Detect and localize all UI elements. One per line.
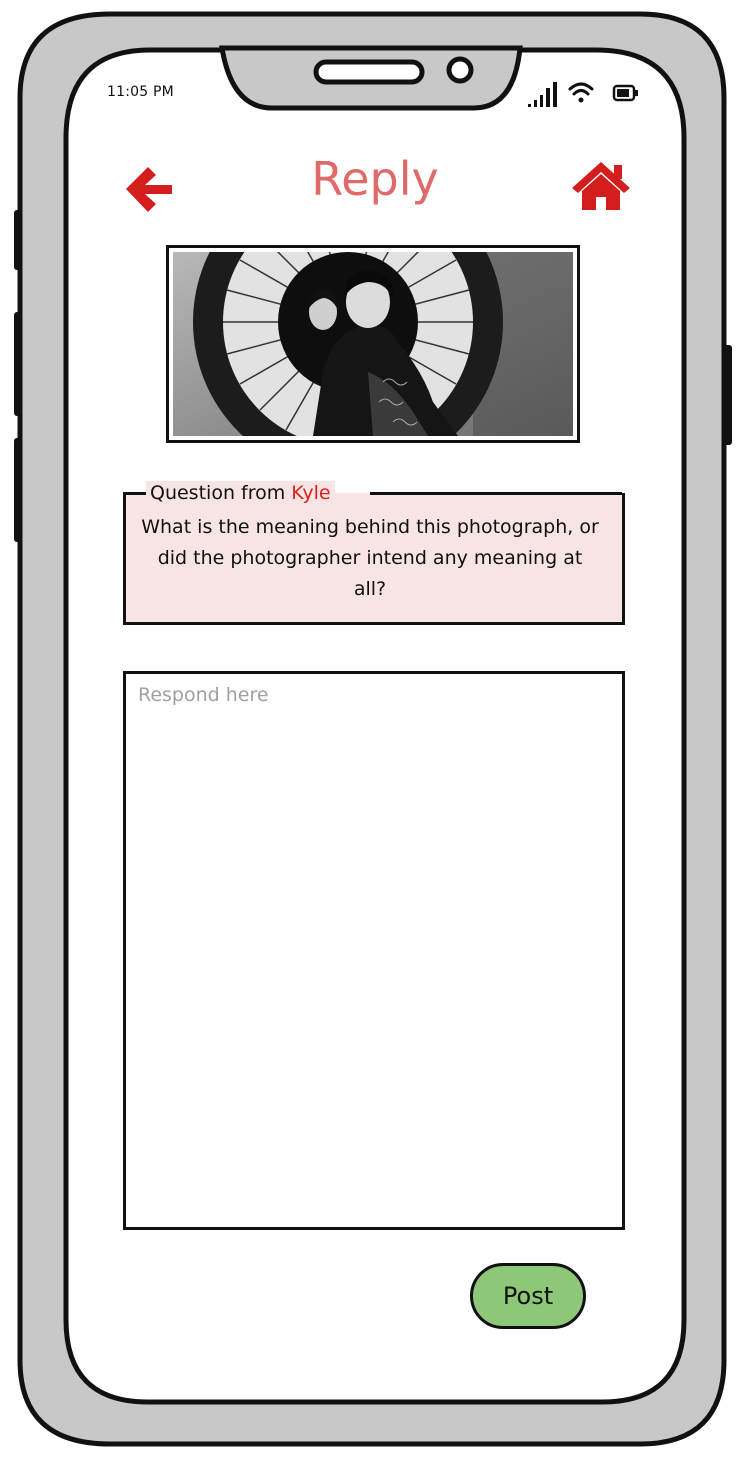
home-icon[interactable]	[570, 160, 632, 212]
question-border-right	[370, 492, 622, 495]
asker-name[interactable]: Kyle	[291, 482, 330, 504]
photo-frame	[166, 245, 580, 443]
kabuki-photo	[173, 252, 573, 436]
wifi-icon	[568, 82, 594, 103]
question-prefix: Question from	[150, 482, 286, 504]
signal-icon	[528, 82, 557, 107]
response-input[interactable]	[123, 671, 625, 1230]
question-text: What is the meaning behind this photogra…	[141, 516, 599, 600]
question-header: Question from Kyle	[146, 481, 335, 505]
page-title: Reply	[311, 152, 439, 206]
post-button[interactable]: Post	[470, 1263, 586, 1329]
battery-icon	[612, 84, 638, 102]
question-border-left	[123, 492, 146, 495]
status-time: 11:05 PM	[107, 84, 174, 100]
status-icons	[528, 82, 638, 107]
